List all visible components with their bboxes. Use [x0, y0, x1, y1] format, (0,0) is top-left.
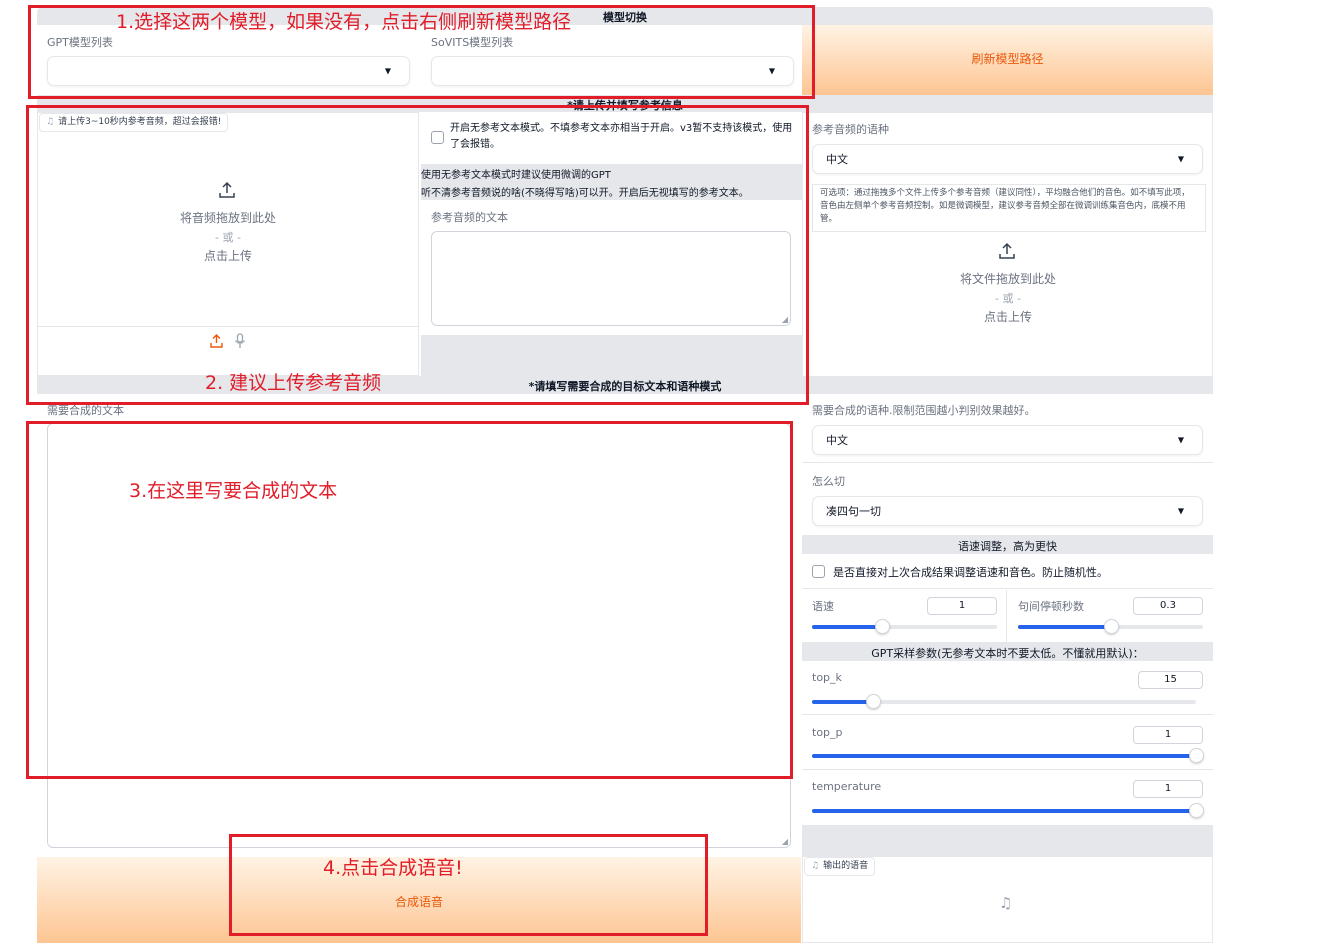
- pause-slider[interactable]: [1018, 619, 1203, 634]
- ref-text-input[interactable]: ◢: [431, 231, 791, 326]
- annotation-step-2: 2. 建议上传参考音频: [205, 372, 382, 394]
- annotation-step-3: 3.在这里写要合成的文本: [129, 480, 338, 502]
- upload-icon: [219, 181, 235, 198]
- upload-icon: [999, 242, 1015, 259]
- ref-lang-dropdown[interactable]: 中文 ▼: [812, 144, 1203, 174]
- top-p-number-input[interactable]: 1: [1133, 726, 1203, 744]
- target-text-label: 需要合成的文本: [47, 404, 124, 417]
- gpt-model-dropdown[interactable]: ▼: [47, 56, 410, 86]
- speed-checkbox-label: 是否直接对上次合成结果调整语速和音色。防止随机性。: [833, 566, 1108, 579]
- speed-section-title: 语速调整，高为更快: [958, 540, 1057, 553]
- pause-slider-fill: [1018, 625, 1111, 629]
- resize-handle-icon[interactable]: ◢: [782, 837, 788, 846]
- multi-ref-info: 可选项：通过拖拽多个文件上传多个参考音频（建议同性），平均融合他们的音色。如不填…: [812, 184, 1206, 232]
- pause-number-input[interactable]: 0.3: [1133, 597, 1203, 615]
- speed-number-input[interactable]: 1: [927, 597, 997, 615]
- chevron-down-icon: ▼: [1177, 435, 1184, 445]
- file-upload-main: 将文件拖放到此处: [959, 272, 1056, 286]
- microphone-icon[interactable]: [234, 333, 246, 349]
- ref-lower-fill: [421, 335, 802, 376]
- top-p-slider-thumb[interactable]: [1189, 748, 1204, 763]
- speed-slider-fill: [812, 625, 883, 629]
- audio-upload-click: 点击上传: [203, 249, 252, 263]
- sovits-model-label: SoVITS模型列表: [431, 36, 514, 49]
- upload-file-icon[interactable]: [210, 334, 223, 348]
- no-ref-info-line-1: 使用无参考文本模式时建议使用微调的GPT: [421, 170, 611, 181]
- file-upload-or: - 或 -: [995, 292, 1021, 305]
- temperature-slider[interactable]: [812, 803, 1204, 818]
- ref-lang-value: 中文: [826, 153, 848, 166]
- music-note-icon: ♫: [46, 117, 55, 127]
- top-k-number-input[interactable]: 15: [1138, 671, 1203, 689]
- speed-label: 语速: [812, 600, 834, 613]
- no-ref-checkbox-label: 开启无参考文本模式。不填参考文本亦相当于开启。v3暂不支持该模式，使用了会报错。: [450, 123, 793, 150]
- target-lang-label: 需要合成的语种.限制范围越小判别效果越好。: [812, 404, 1036, 417]
- gpt-params-title: GPT采样参数(无参考文本时不要太低。不懂就用默认)：: [871, 647, 1144, 660]
- speed-slider[interactable]: [812, 619, 997, 634]
- temperature-slider-fill: [812, 809, 1196, 813]
- chevron-down-icon: ▼: [1177, 154, 1184, 164]
- top-k-label: top_k: [812, 671, 842, 684]
- cut-dropdown[interactable]: 凑四句一切 ▼: [812, 496, 1203, 526]
- no-ref-checkbox[interactable]: [431, 131, 444, 144]
- annotation-step-4: 4.点击合成语音!: [323, 857, 463, 879]
- reference-audio-chip: ♫ 请上传3~10秒内参考音频，超过会报错!: [39, 113, 229, 132]
- audio-toolbar-divider: [38, 326, 418, 327]
- chevron-down-icon: ▼: [1177, 506, 1184, 516]
- top-k-slider[interactable]: [812, 694, 1196, 709]
- target-lang-value: 中文: [826, 434, 848, 447]
- annotation-step-1: 1.选择这两个模型，如果没有，点击右侧刷新模型路径: [116, 11, 572, 33]
- file-upload-click: 点击上传: [983, 310, 1032, 324]
- temperature-number-input[interactable]: 1: [1133, 780, 1203, 798]
- temperature-slider-thumb[interactable]: [1189, 803, 1204, 818]
- cut-label: 怎么切: [812, 475, 845, 488]
- reference-section-title: *请上传并填写参考信息: [567, 99, 683, 112]
- gpt-model-label: GPT模型列表: [47, 36, 113, 49]
- temperature-label: temperature: [812, 780, 882, 793]
- chevron-down-icon: ▼: [768, 66, 775, 76]
- top-p-slider-fill: [812, 754, 1196, 758]
- resize-handle-icon[interactable]: ◢: [782, 315, 788, 324]
- chevron-down-icon: ▼: [384, 66, 391, 76]
- audio-upload-main: 将音频拖放到此处: [179, 211, 276, 225]
- target-lang-dropdown[interactable]: 中文 ▼: [812, 425, 1203, 455]
- music-note-icon: ♫: [811, 861, 820, 871]
- cut-value: 凑四句一切: [826, 505, 881, 518]
- top-p-slider[interactable]: [812, 748, 1204, 763]
- speed-checkbox[interactable]: [812, 565, 825, 578]
- ref-lang-label: 参考音频的语种: [812, 123, 889, 136]
- audio-upload-hint: 将音频拖放到此处 - 或 - 点击上传: [128, 209, 328, 266]
- synthesis-section-title: *请填写需要合成的目标文本和语种模式: [528, 380, 722, 393]
- ref-text-label: 参考音频的文本: [431, 211, 508, 224]
- top-k-slider-fill: [812, 700, 874, 704]
- file-upload-hint: 将文件拖放到此处 - 或 - 点击上传: [908, 270, 1108, 327]
- output-audio-chip: ♫ 输出的语音: [804, 857, 876, 876]
- sovits-model-dropdown[interactable]: ▼: [431, 56, 794, 86]
- music-note-icon: ♫: [999, 894, 1013, 912]
- pause-slider-thumb[interactable]: [1103, 619, 1119, 634]
- no-ref-info-line-2: 听不清参考音频说的啥(不晓得写啥)可以开。开启后无视填写的参考文本。: [421, 188, 749, 199]
- top-p-label: top_p: [812, 726, 843, 739]
- audio-upload-or: - 或 -: [215, 231, 241, 244]
- refresh-model-button[interactable]: 刷新模型路径: [802, 25, 1213, 95]
- right-top-strip: [802, 7, 1213, 25]
- pause-label: 句间停顿秒数: [1018, 600, 1084, 613]
- output-spacer: [802, 825, 1213, 856]
